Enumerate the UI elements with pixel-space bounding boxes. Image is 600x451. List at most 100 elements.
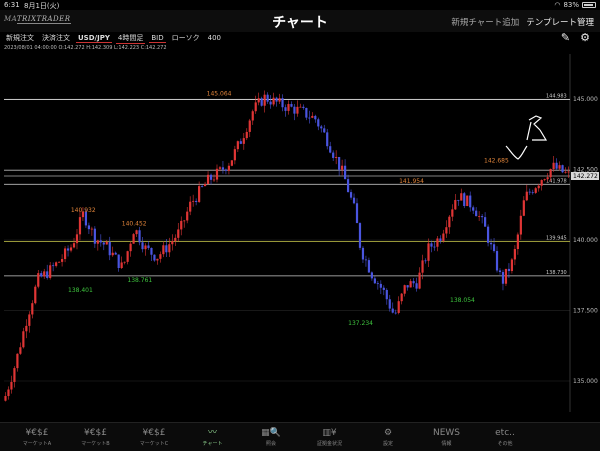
tab-market[interactable]: ¥€$£ マーケットB — [66, 423, 126, 451]
candle-body — [153, 254, 156, 261]
candle-body — [52, 265, 55, 267]
candle-body — [555, 162, 558, 169]
candle-body — [415, 283, 418, 289]
candle-body — [123, 261, 126, 263]
candle-body — [323, 128, 326, 133]
high-annotation: 141.954 — [399, 178, 424, 185]
candle-body — [561, 165, 564, 173]
candle-body — [55, 262, 58, 266]
high-annotation: 142.685 — [484, 157, 509, 164]
y-tick-label: 137.500 — [573, 308, 598, 315]
tab-news[interactable]: NEWS 情報 — [417, 423, 477, 451]
candle-body — [198, 186, 201, 202]
candle-body — [242, 138, 245, 144]
candle-body — [168, 244, 171, 253]
tab-label: 証拠金状況 — [316, 441, 342, 447]
candle-body — [501, 271, 505, 284]
candle-body — [99, 240, 102, 243]
candle-body — [397, 301, 400, 313]
candle-body — [102, 242, 105, 245]
candle-body — [391, 308, 394, 313]
candle-body — [361, 247, 365, 260]
candle-body — [16, 353, 19, 369]
candle-body — [430, 243, 433, 247]
candle-body — [421, 260, 424, 273]
handwritten-mark-icon — [505, 115, 548, 160]
candle-body — [406, 285, 409, 288]
news-icon: NEWS — [432, 428, 461, 438]
candle-body — [96, 240, 99, 244]
high-annotation: 140.452 — [122, 220, 147, 227]
market-icon: ¥€$£ — [84, 428, 107, 438]
tab-margin[interactable]: ▥¥ 証拠金状況 — [300, 423, 360, 451]
candle-body — [516, 234, 519, 250]
tab-market[interactable]: ¥€$£ マーケットC — [124, 423, 184, 451]
tab-settings[interactable]: ⚙ 設定 — [358, 423, 418, 451]
candle-body — [4, 396, 7, 401]
candle-body — [352, 197, 356, 204]
candle-body — [460, 193, 463, 201]
candle-body — [218, 167, 222, 169]
candle-body — [22, 331, 25, 348]
tab-search[interactable]: ▦🔍 照会 — [241, 423, 301, 451]
candle-body — [481, 216, 484, 218]
candle-body — [171, 241, 174, 245]
line-label: 139.945 — [546, 236, 567, 242]
market-icon: ¥€$£ — [142, 428, 166, 438]
candle-body — [135, 230, 138, 235]
candle-body — [335, 156, 338, 158]
candle-body — [314, 115, 317, 120]
candle-body — [132, 234, 135, 244]
candle-body — [388, 299, 391, 309]
candle-body — [439, 238, 442, 241]
chart-icon: 〰 — [207, 428, 217, 438]
candle-body — [293, 106, 296, 114]
candle-body — [254, 102, 257, 112]
candle-body — [478, 216, 481, 217]
candle-body — [37, 273, 40, 287]
candle-body — [549, 168, 552, 178]
candle-body — [507, 268, 511, 272]
candle-body — [75, 234, 79, 244]
candle-body — [308, 117, 311, 119]
candle-body — [192, 200, 195, 202]
candle-body — [180, 220, 183, 230]
tab-label: 照会 — [265, 441, 276, 447]
candle-body — [114, 252, 117, 255]
candle-body — [463, 193, 466, 207]
candle-body — [31, 303, 34, 315]
candle-body — [394, 312, 397, 314]
candle-body — [108, 241, 111, 256]
y-tick-label: 135.000 — [573, 378, 598, 385]
candle-body — [484, 217, 487, 227]
candle-body — [287, 104, 290, 111]
candle-body — [111, 252, 114, 256]
candle-body — [442, 233, 445, 241]
candle-body — [195, 200, 198, 202]
candle-body — [338, 156, 341, 170]
candle-body — [457, 199, 460, 201]
more-icon: etc.. — [495, 428, 515, 438]
tab-more[interactable]: etc.. その他 — [475, 423, 535, 451]
candle-body — [451, 209, 454, 217]
tab-market[interactable]: ¥€$£ マーケットA — [7, 423, 67, 451]
low-annotation: 138.054 — [450, 297, 475, 304]
candle-body — [120, 262, 123, 269]
candle-body — [165, 245, 168, 253]
candle-body — [129, 243, 132, 252]
candle-body — [156, 258, 159, 261]
candle-body — [528, 191, 531, 193]
candle-body — [215, 168, 219, 180]
candle-body — [141, 242, 144, 250]
candle-body — [412, 281, 415, 284]
bottom-tab-bar: ¥€$£ マーケットA ¥€$£ マーケットB ¥€$£ マーケットC 〰チャート ▦🔍 照会 ▥… — [0, 422, 600, 451]
tab-chart[interactable]: 〰チャート — [183, 423, 243, 451]
tab-label: マーケットA — [22, 441, 52, 447]
price-chart[interactable]: 144.983 142.272 141.978 139.945 138.730 145.… — [0, 0, 600, 422]
candle-body — [257, 98, 260, 103]
candle-body — [332, 152, 335, 158]
line-label: 138.730 — [546, 270, 567, 276]
line-label: 141.978 — [546, 178, 567, 184]
candle-body — [13, 368, 16, 382]
candle-body — [60, 259, 64, 262]
